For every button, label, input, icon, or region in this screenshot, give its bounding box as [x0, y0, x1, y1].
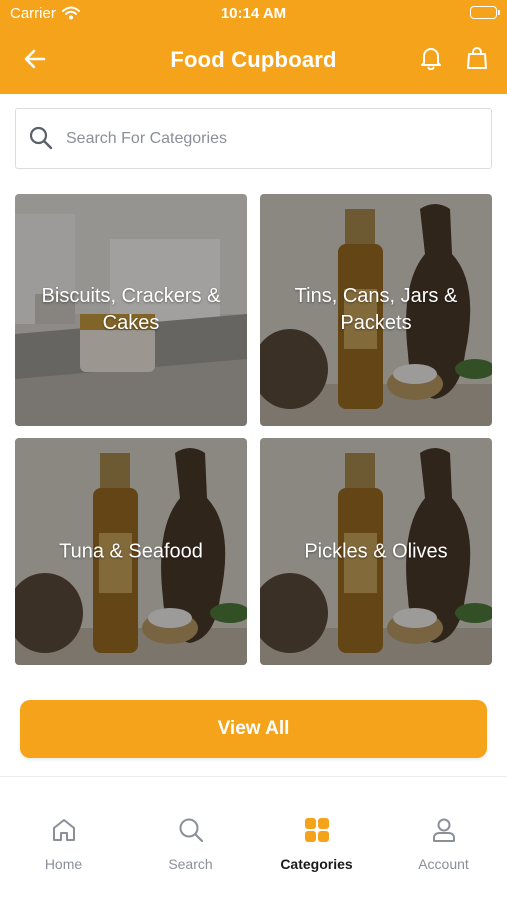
shopping-bag-icon [466, 46, 488, 75]
home-icon [49, 815, 79, 845]
tab-account[interactable]: Account [380, 777, 507, 887]
battery-icon [470, 6, 500, 19]
tab-label: Search [168, 856, 213, 872]
bell-icon [420, 46, 442, 75]
search-input[interactable] [66, 119, 476, 159]
search-bar[interactable] [15, 108, 492, 169]
search-icon [176, 815, 206, 845]
tab-bar: Home Search Categories Account [0, 776, 507, 900]
category-card-tins[interactable]: Tins, Cans, Jars & Packets [260, 194, 492, 426]
view-all-button[interactable]: View All [20, 700, 487, 758]
notifications-button[interactable] [417, 45, 445, 75]
top-bar: Carrier 10:14 AM Food Cupboard [0, 0, 507, 94]
cart-button[interactable] [463, 45, 491, 75]
category-card-tuna[interactable]: Tuna & Seafood [15, 438, 247, 665]
tab-categories[interactable]: Categories [253, 777, 380, 887]
category-card-pickles[interactable]: Pickles & Olives [260, 438, 492, 665]
status-bar: Carrier 10:14 AM [0, 0, 507, 28]
search-icon [28, 125, 54, 156]
category-label: Pickles & Olives [304, 540, 448, 562]
category-label: Tins, Cans, Jars & Packets [294, 285, 458, 334]
category-card-biscuits[interactable]: Biscuits, Crackers & Cakes [15, 194, 247, 426]
grid-icon [302, 815, 332, 845]
category-label: Biscuits, Crackers & Cakes [41, 285, 221, 334]
category-label: Tuna & Seafood [59, 540, 203, 562]
tab-home[interactable]: Home [0, 777, 127, 887]
tab-label: Account [418, 856, 469, 872]
tab-search[interactable]: Search [127, 777, 254, 887]
navigation-bar: Food Cupboard [0, 28, 507, 94]
user-icon [429, 815, 459, 845]
status-time: 10:14 AM [220, 5, 287, 22]
tab-label: Categories [280, 856, 353, 872]
tab-label: Home [44, 856, 83, 872]
